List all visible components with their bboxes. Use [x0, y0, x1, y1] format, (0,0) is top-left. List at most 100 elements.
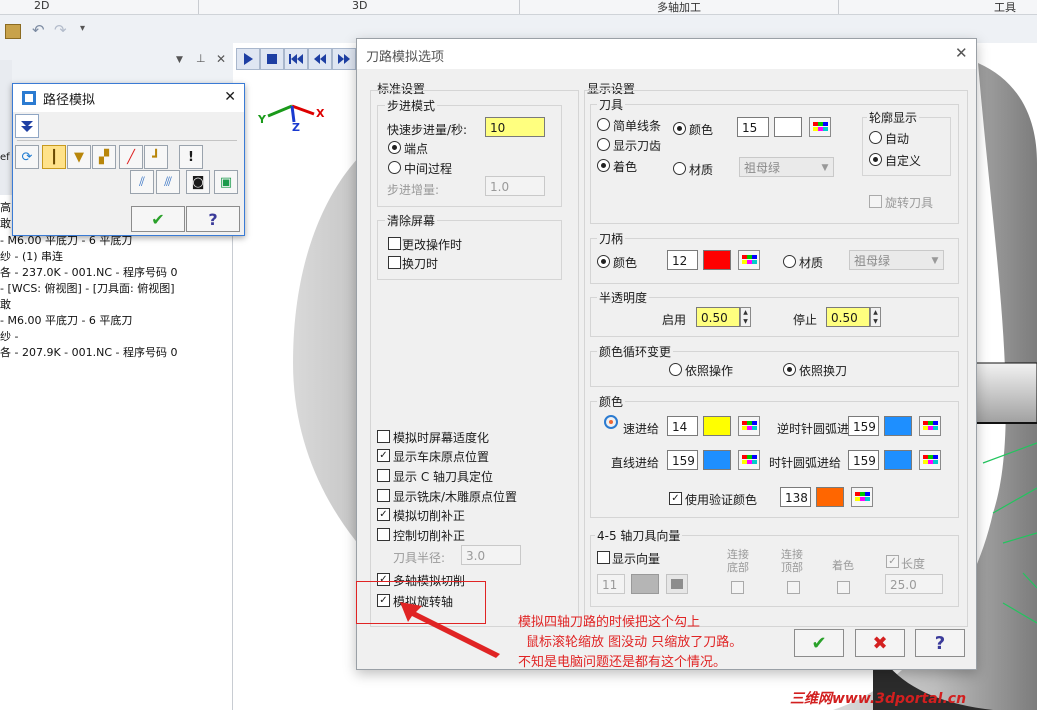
mill-origin-checkbox[interactable] [377, 489, 390, 502]
fit-screen-checkbox[interactable] [377, 430, 390, 443]
tree-line[interactable]: - [WCS: 俯视图] - [刀具面: 俯视图] [0, 280, 175, 296]
ccw-color-input[interactable]: 159 [848, 416, 879, 436]
dialog-cancel-button[interactable]: ✖ [855, 629, 905, 657]
cw-color-swatch[interactable] [884, 450, 912, 470]
holder-material-select[interactable]: 祖母绿 ▼ [849, 250, 944, 270]
tree-line[interactable]: 纱 - (1) 串连 [0, 248, 63, 264]
redo-icon[interactable]: ↷ [54, 21, 67, 39]
verify-color-input[interactable]: 138 [780, 487, 811, 507]
verify-color-swatch[interactable] [816, 487, 844, 507]
rapid-palette-button[interactable] [738, 416, 760, 436]
holder-color-radio[interactable] [597, 255, 610, 268]
undo-icon[interactable]: ↶ [32, 21, 45, 39]
save-button[interactable]: ▣ [214, 170, 238, 194]
tree-line[interactable]: 高 [0, 199, 11, 215]
transparency-stop-input[interactable]: 0.50 [826, 307, 870, 327]
dialog-ok-button[interactable]: ✔ [794, 629, 844, 657]
tool-palette-button[interactable] [809, 117, 831, 137]
holder-material-radio[interactable] [783, 255, 796, 268]
line-color-swatch[interactable] [703, 450, 731, 470]
tab-multiaxis[interactable]: 多轴加工 [657, 0, 701, 15]
connect-bottom-checkbox[interactable] [787, 581, 800, 594]
cw-color-input[interactable]: 159 [848, 450, 879, 470]
holder-palette-button[interactable] [738, 250, 760, 270]
tree-line[interactable]: - M6.00 平底刀 - 6 平底刀 [0, 312, 132, 328]
tab-2d[interactable]: 2D [34, 0, 49, 12]
tool-radius-input[interactable]: 3.0 [461, 545, 521, 565]
panel-menu-icon[interactable]: ▼ [176, 55, 183, 65]
on-op-change-checkbox[interactable] [388, 237, 401, 250]
tab-tools[interactable]: 工具 [994, 0, 1016, 15]
customize-dropdown-icon[interactable]: ▾ [80, 23, 85, 34]
c-axis-checkbox[interactable] [377, 469, 390, 482]
line-color-input[interactable]: 159 [667, 450, 698, 470]
vector-palette-button[interactable] [666, 574, 688, 594]
lathe-origin-checkbox[interactable]: ✓ [377, 449, 390, 462]
holder-color-input[interactable]: 12 [667, 250, 698, 270]
sim-close-button[interactable]: ✕ [224, 89, 236, 105]
holder-color-swatch[interactable] [703, 250, 731, 270]
tool-material-radio[interactable] [673, 162, 686, 175]
quick-verify-button[interactable]: ▞ [92, 145, 116, 169]
cw-palette-button[interactable] [919, 450, 941, 470]
sim-ok-button[interactable]: ✔ [131, 206, 185, 232]
pin-icon[interactable]: ⊥ [196, 52, 206, 65]
verify-palette-button[interactable] [851, 487, 873, 507]
step-back-button[interactable] [308, 48, 332, 70]
rotate-tool-checkbox[interactable] [869, 195, 882, 208]
dialog-close-button[interactable]: ✕ [955, 44, 968, 62]
vector-color-swatch[interactable] [631, 574, 659, 594]
transparency-enable-spinner[interactable]: ▲ ▼ [740, 307, 751, 327]
step-increment-input[interactable]: 1.0 [485, 176, 545, 196]
panel-close-icon[interactable]: ✕ [216, 52, 226, 66]
screenshot-button[interactable]: ◙ [186, 170, 210, 194]
show-tool-button[interactable]: ┃ [42, 145, 66, 169]
length-checkbox[interactable]: ✓ [886, 555, 899, 568]
connect-top-checkbox[interactable] [837, 581, 850, 594]
clear-path-button[interactable]: ⫽ [130, 170, 154, 194]
outline-auto-radio[interactable] [869, 131, 882, 144]
tree-line[interactable]: 各 - 207.9K - 001.NC - 程序号码 0 [0, 344, 178, 360]
control-comp-checkbox[interactable] [377, 528, 390, 541]
tool-color-swatch[interactable] [774, 117, 802, 137]
transparency-enable-input[interactable]: 0.50 [696, 307, 740, 327]
tab-3d[interactable]: 3D [352, 0, 367, 12]
vector-shade-checkbox[interactable] [731, 581, 744, 594]
verify-color-checkbox[interactable]: ✓ [669, 492, 682, 505]
outline-custom-radio[interactable] [869, 153, 882, 166]
ccw-palette-button[interactable] [919, 416, 941, 436]
step-forward-button[interactable] [332, 48, 356, 70]
tree-line[interactable]: 敢 [0, 296, 11, 312]
rapid-color-swatch[interactable] [703, 416, 731, 436]
sim-comp-checkbox[interactable]: ✓ [377, 508, 390, 521]
shaded-radio[interactable] [597, 159, 610, 172]
tool-color-input[interactable]: 15 [737, 117, 769, 137]
tree-line[interactable]: 敢 [0, 215, 11, 231]
play-button[interactable] [236, 48, 260, 70]
folder-icon[interactable] [5, 24, 21, 39]
simple-lines-radio[interactable] [597, 118, 610, 131]
show-edge-radio[interactable] [597, 138, 610, 151]
tree-line[interactable]: 各 - 237.0K - 001.NC - 程序号码 0 [0, 264, 178, 280]
rapid-move-button[interactable]: ╱ [119, 145, 143, 169]
cycle-by-tool-radio[interactable] [783, 363, 796, 376]
vector-color-input[interactable]: 11 [597, 574, 625, 594]
tool-color-radio[interactable] [673, 122, 686, 135]
tree-line[interactable]: 纱 - [0, 328, 18, 344]
show-holder-button[interactable]: ▼ [67, 145, 91, 169]
rapid-color-input[interactable]: 14 [667, 416, 698, 436]
on-tool-change-checkbox[interactable] [388, 256, 401, 269]
length-input[interactable]: 25.0 [885, 574, 943, 594]
options-button[interactable]: ! [179, 145, 203, 169]
endpoint-display-button[interactable]: ┛ [144, 145, 168, 169]
tool-material-select[interactable]: 祖母绿 ▼ [739, 157, 834, 177]
rewind-start-button[interactable] [284, 48, 308, 70]
dialog-help-button[interactable]: ? [915, 629, 965, 657]
path-step-button[interactable]: ⫻ [156, 170, 180, 194]
expand-button[interactable] [15, 114, 39, 138]
stop-button[interactable] [260, 48, 284, 70]
sim-help-button[interactable]: ? [186, 206, 240, 232]
midprocess-radio[interactable] [388, 161, 401, 174]
show-vector-checkbox[interactable] [597, 551, 610, 564]
display-mode-button[interactable]: ⟳ [15, 145, 39, 169]
